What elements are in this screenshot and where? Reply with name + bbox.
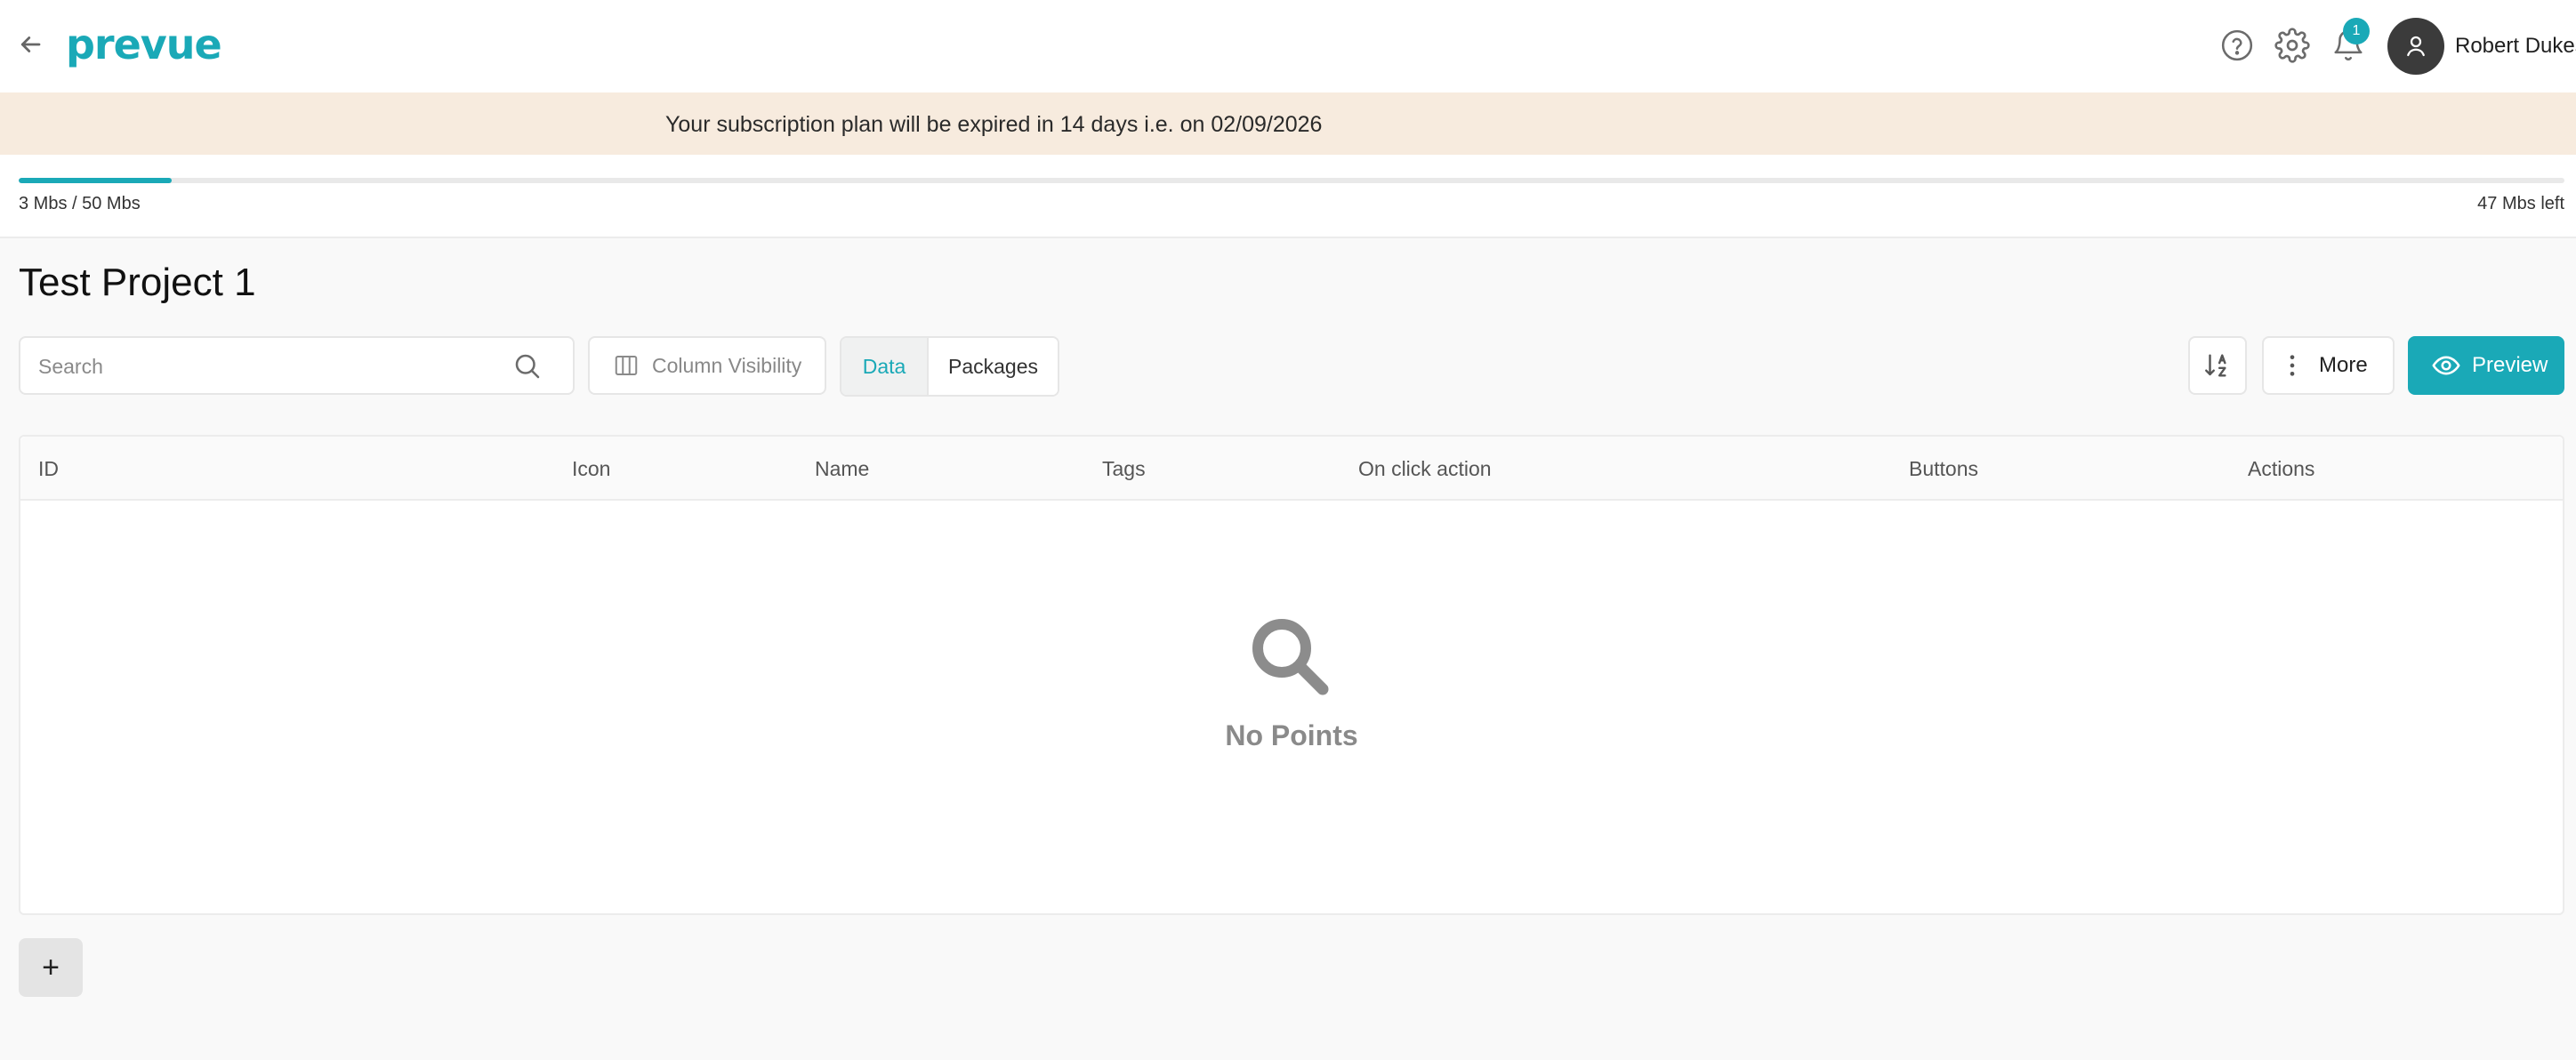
columns-icon (615, 356, 638, 375)
points-table: ID Icon Name Tags On click action Button… (19, 435, 2564, 915)
help-icon (2221, 29, 2253, 61)
column-header-on-click-action[interactable]: On click action (1358, 456, 1492, 481)
empty-state: No Points (20, 501, 2563, 915)
user-avatar[interactable] (2387, 18, 2444, 75)
more-label: More (2319, 353, 2368, 377)
storage-progress-bar (19, 178, 2564, 183)
settings-gear-icon (2274, 28, 2310, 63)
search-input[interactable] (38, 350, 501, 382)
column-header-tags[interactable]: Tags (1102, 456, 1146, 481)
notification-count-badge: 1 (2343, 18, 2370, 44)
storage-left-label: 47 Mbs left (2477, 194, 2564, 213)
settings-button[interactable] (2272, 25, 2313, 66)
search-box (19, 336, 575, 395)
subscription-banner-text: Your subscription plan will be expired i… (665, 112, 1323, 137)
top-header: prevue 1 Robert Dukes (0, 0, 2576, 92)
storage-used-label: 3 Mbs / 50 Mbs (19, 194, 141, 213)
column-header-buttons[interactable]: Buttons (1909, 456, 1978, 481)
column-header-name[interactable]: Name (815, 456, 869, 481)
add-point-button[interactable]: + (19, 938, 83, 997)
sort-button[interactable] (2188, 336, 2247, 395)
preview-button[interactable]: Preview (2408, 336, 2564, 395)
page-title: Test Project 1 (19, 261, 256, 304)
sort-alphabetical-icon (2205, 354, 2226, 377)
back-button[interactable] (12, 27, 48, 62)
tab-packages[interactable]: Packages (929, 338, 1058, 395)
more-button[interactable]: More (2262, 336, 2395, 395)
help-button[interactable] (2217, 25, 2258, 66)
column-header-id[interactable]: ID (38, 456, 59, 481)
preview-label: Preview (2472, 353, 2548, 377)
kebab-menu-icon (2290, 355, 2295, 376)
user-name[interactable]: Robert Dukes (2455, 32, 2576, 60)
user-icon (2407, 36, 2425, 57)
column-header-icon[interactable]: Icon (572, 456, 610, 481)
magnifier-icon (1252, 619, 1329, 695)
storage-usage: 3 Mbs / 50 Mbs 47 Mbs left (0, 155, 2576, 238)
prevue-logo[interactable]: prevue (66, 20, 222, 69)
tab-data[interactable]: Data (841, 338, 929, 395)
column-visibility-button[interactable]: Column Visibility (588, 336, 826, 395)
back-arrow-icon (20, 36, 41, 52)
subscription-banner: Your subscription plan will be expired i… (0, 92, 2576, 155)
view-tabs: Data Packages (840, 336, 1059, 397)
table-header: ID Icon Name Tags On click action Button… (20, 437, 2563, 501)
storage-progress-fill (19, 178, 172, 183)
search-icon[interactable] (511, 350, 543, 382)
empty-state-text: No Points (1225, 719, 1358, 751)
eye-icon (2432, 356, 2460, 375)
column-visibility-label: Column Visibility (652, 353, 802, 377)
column-header-actions[interactable]: Actions (2248, 456, 2314, 481)
